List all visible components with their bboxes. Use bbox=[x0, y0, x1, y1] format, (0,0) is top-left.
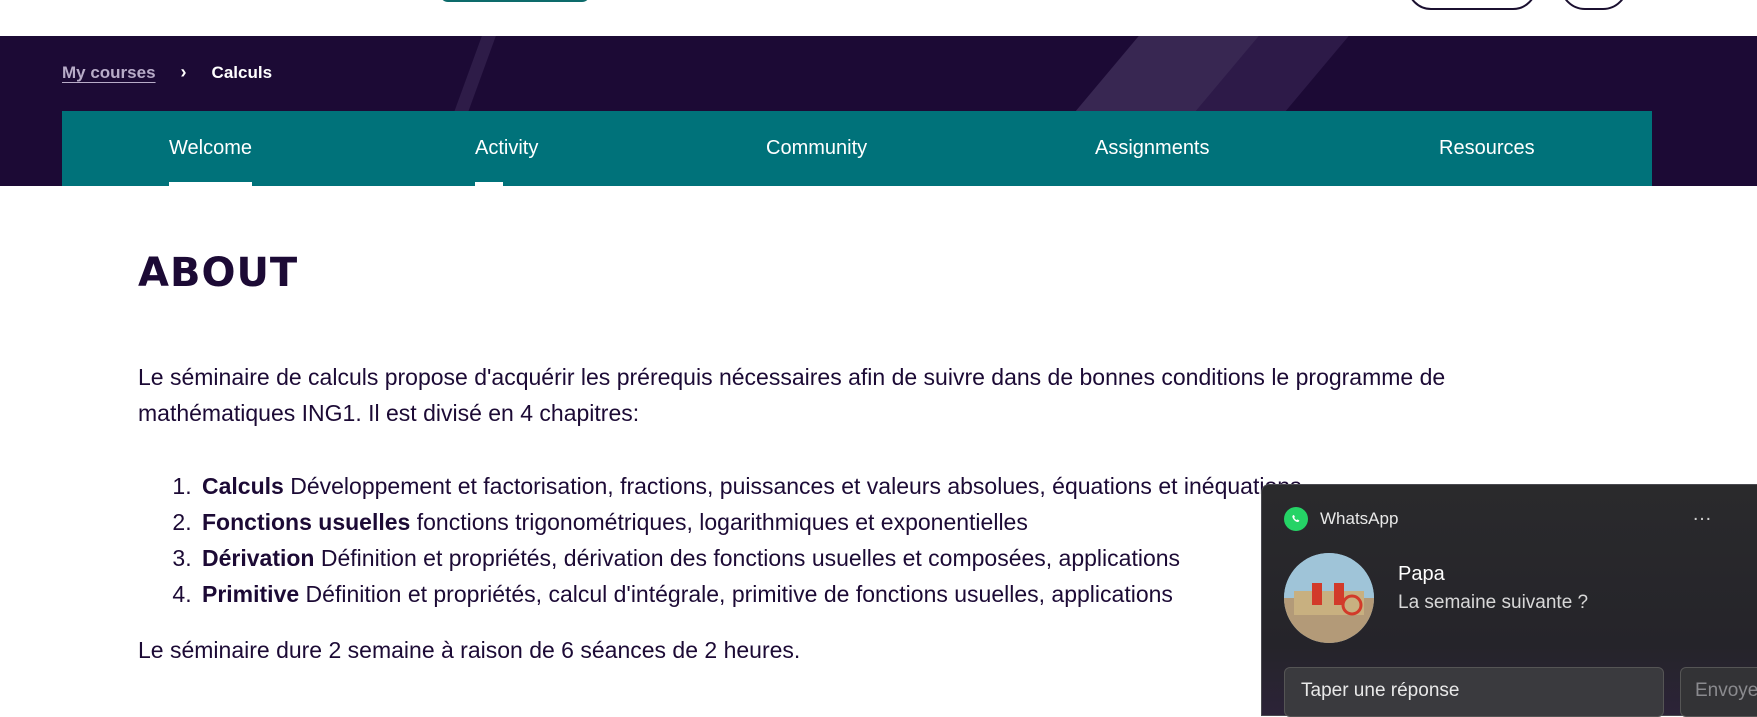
tab-label: Welcome bbox=[169, 137, 252, 159]
header-round-button[interactable] bbox=[1560, 0, 1628, 10]
tab-welcome[interactable]: Welcome bbox=[169, 111, 252, 186]
notification-header: WhatsApp bbox=[1284, 507, 1398, 531]
tab-label: Community bbox=[766, 137, 868, 159]
header-pill-button[interactable] bbox=[1407, 0, 1537, 10]
chapter-desc: Développement et factorisation, fraction… bbox=[290, 473, 1302, 499]
whatsapp-notification[interactable]: WhatsApp … Papa La semaine suivante ? Ta… bbox=[1261, 484, 1757, 717]
page-title: ABOUT bbox=[138, 250, 299, 296]
app-name: WhatsApp bbox=[1320, 509, 1399, 528]
tab-indicator bbox=[475, 182, 503, 186]
more-options-icon[interactable]: … bbox=[1692, 503, 1713, 526]
chapter-desc: Définition et propriétés, calcul d'intég… bbox=[305, 581, 1173, 607]
about-intro: Le séminaire de calculs propose d'acquér… bbox=[138, 364, 1446, 426]
tab-label: Resources bbox=[1439, 137, 1535, 159]
about-section: ABOUT Le séminaire de calculs propose d'… bbox=[138, 250, 1558, 663]
tab-assignments[interactable]: Assignments bbox=[1095, 111, 1210, 186]
reply-input[interactable]: Taper une réponse bbox=[1284, 667, 1664, 717]
breadcrumb: My courses › Calculs bbox=[62, 62, 272, 83]
header-button[interactable] bbox=[440, 0, 590, 2]
breadcrumb-my-courses[interactable]: My courses bbox=[62, 63, 156, 83]
tab-label: Assignments bbox=[1095, 137, 1210, 159]
chapter-desc: Définition et propriétés, dérivation des… bbox=[320, 545, 1181, 571]
list-item: Primitive Définition et propriétés, calc… bbox=[198, 576, 1302, 612]
course-tab-nav: Welcome Activity Community Assignments R… bbox=[62, 111, 1652, 186]
chapter-list: Calculs Développement et factorisation, … bbox=[138, 468, 1302, 612]
seminar-duration: Le séminaire dure 2 semaine à raison de … bbox=[138, 637, 801, 663]
list-item: Calculs Développement et factorisation, … bbox=[198, 468, 1302, 504]
tab-resources[interactable]: Resources bbox=[1439, 111, 1535, 186]
sender-name: Papa bbox=[1398, 563, 1445, 585]
chapter-desc: fonctions trigonométriques, logarithmiqu… bbox=[416, 509, 1028, 535]
tab-label: Activity bbox=[475, 137, 539, 159]
avatar bbox=[1284, 553, 1374, 643]
top-header bbox=[0, 0, 1757, 36]
chapter-name: Calculs bbox=[202, 473, 284, 499]
chapter-name: Dérivation bbox=[202, 545, 315, 571]
list-item: Fonctions usuelles fonctions trigonométr… bbox=[198, 504, 1302, 540]
chevron-right-icon: › bbox=[180, 62, 187, 82]
active-tab-indicator bbox=[169, 182, 252, 186]
tab-activity[interactable]: Activity bbox=[475, 111, 538, 186]
message-preview: La semaine suivante ? bbox=[1398, 592, 1589, 613]
send-button[interactable]: Envoyer bbox=[1680, 667, 1757, 717]
tab-community[interactable]: Community bbox=[766, 111, 867, 186]
breadcrumb-current: Calculs bbox=[211, 62, 273, 82]
whatsapp-icon bbox=[1284, 507, 1308, 531]
chapter-name: Primitive bbox=[202, 581, 300, 607]
list-item: Dérivation Définition et propriétés, dér… bbox=[198, 540, 1302, 576]
chapter-name: Fonctions usuelles bbox=[202, 509, 411, 535]
